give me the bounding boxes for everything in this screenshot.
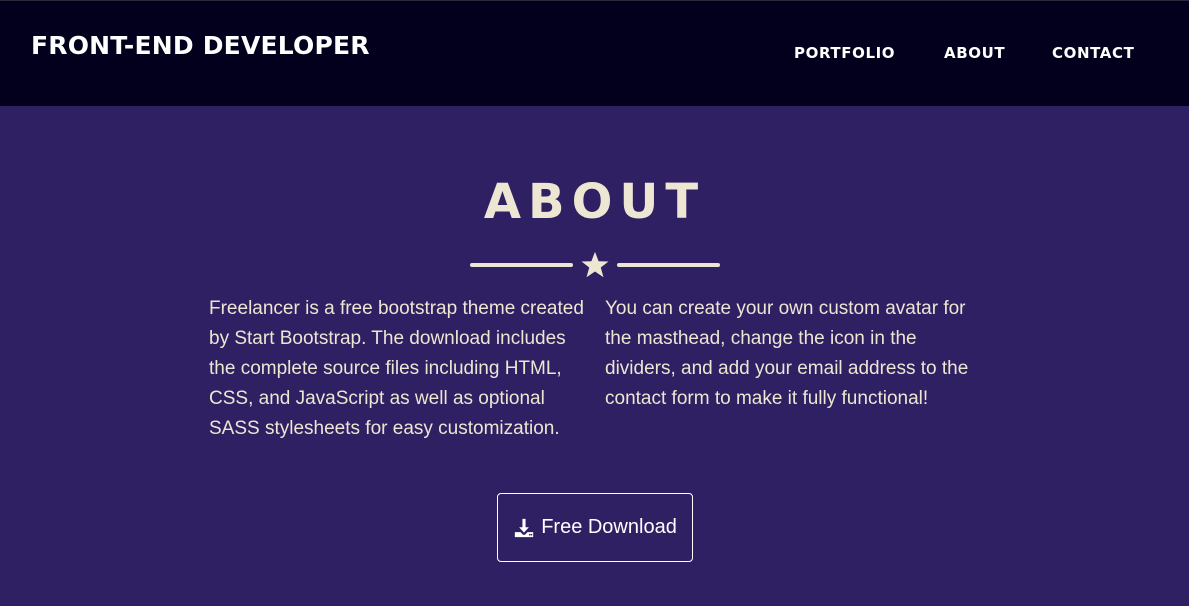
nav-link-about[interactable]: ABOUT (944, 44, 1005, 62)
navbar: FRONT-END DEVELOPER PORTFOLIO ABOUT CONT… (0, 0, 1189, 106)
download-icon (515, 518, 534, 537)
about-text-left: Freelancer is a free bootstrap theme cre… (209, 298, 584, 439)
nav-link-contact[interactable]: CONTACT (1052, 44, 1134, 62)
star-icon (581, 251, 609, 278)
divider-line-left (470, 263, 573, 267)
free-download-button[interactable]: Free Download (497, 493, 693, 562)
section-title: ABOUT (483, 174, 706, 230)
divider (470, 250, 720, 280)
about-section: ABOUT Freelancer is a free bootstrap the… (0, 106, 1189, 606)
divider-line-right (617, 263, 720, 267)
download-button-label: Free Download (541, 516, 677, 538)
nav-link-portfolio[interactable]: PORTFOLIO (794, 44, 895, 62)
about-text-right: You can create your own custom avatar fo… (605, 298, 969, 409)
brand-link[interactable]: FRONT-END DEVELOPER (31, 31, 370, 60)
